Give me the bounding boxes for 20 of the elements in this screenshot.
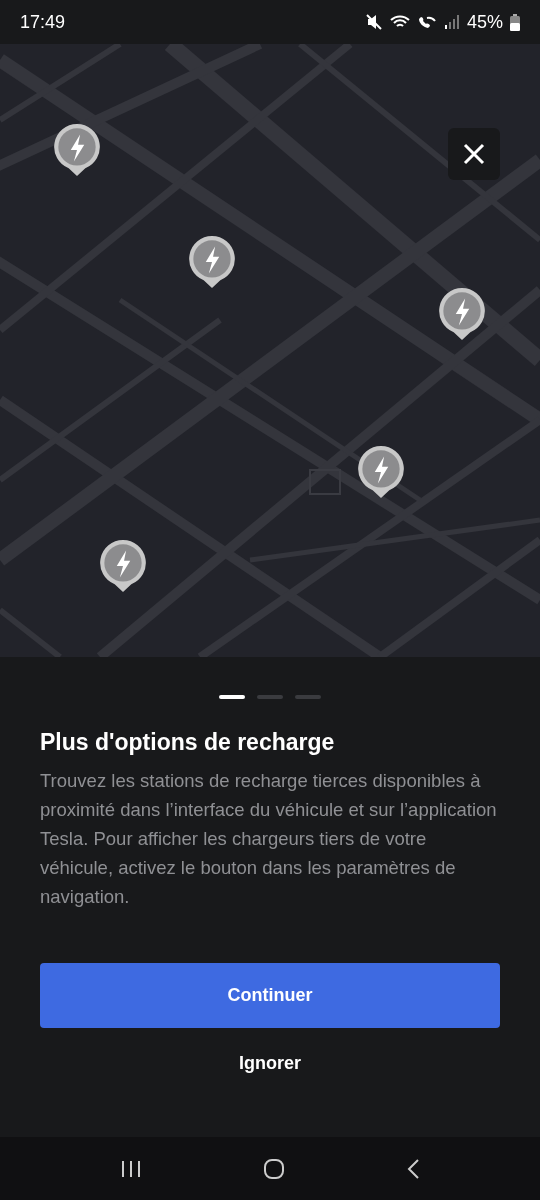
continue-button[interactable]: Continuer bbox=[40, 963, 500, 1028]
charger-pin-icon[interactable] bbox=[356, 444, 406, 500]
mute-icon bbox=[364, 13, 383, 31]
title: Plus d'options de recharge bbox=[40, 729, 336, 756]
battery-percent: 45% bbox=[466, 11, 503, 33]
recent-apps-icon[interactable] bbox=[120, 1159, 143, 1178]
close-icon bbox=[463, 143, 485, 165]
charger-pin-icon[interactable] bbox=[98, 538, 148, 594]
battery-icon bbox=[510, 13, 520, 31]
charger-pin-icon[interactable] bbox=[437, 286, 487, 342]
charger-pin-icon[interactable] bbox=[187, 234, 237, 290]
home-icon[interactable] bbox=[263, 1157, 285, 1180]
skip-button[interactable]: Ignorer bbox=[227, 1043, 313, 1083]
wifi-call-icon bbox=[416, 14, 437, 30]
signal-icon bbox=[443, 14, 460, 30]
charger-pin-icon[interactable] bbox=[52, 122, 102, 178]
close-button[interactable] bbox=[448, 128, 500, 180]
back-icon[interactable] bbox=[405, 1157, 420, 1180]
clock-time: 17:49 bbox=[20, 11, 66, 33]
description: Trouvez les stations de recharge tierces disponibles à proximité dans l’interface du véhicule et sur l’application Tesla. Pour afficher les chargeurs tiers de votre véhicule, activez le bouton dans les paramètres de navigation. bbox=[40, 769, 498, 909]
